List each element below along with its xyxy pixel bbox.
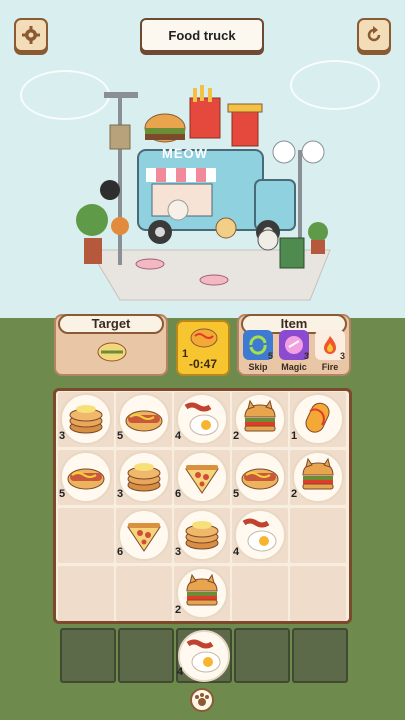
hotdog-icon bbox=[238, 455, 282, 504]
timer-panel: 1 -0:47 bbox=[176, 320, 230, 376]
hotdog-tile[interactable] bbox=[60, 451, 112, 503]
tile-count: 6 bbox=[117, 546, 124, 558]
tile-count: 3 bbox=[59, 430, 66, 442]
cat-burger-tile[interactable] bbox=[176, 567, 228, 619]
pizza-tile[interactable] bbox=[118, 509, 170, 561]
board-cell[interactable] bbox=[290, 566, 346, 621]
tray-slot[interactable] bbox=[60, 628, 116, 683]
board-cell[interactable] bbox=[232, 566, 288, 621]
restart-icon bbox=[367, 26, 381, 42]
board-cell[interactable] bbox=[58, 566, 114, 621]
bacon-egg-tile[interactable] bbox=[176, 393, 228, 445]
fire-count: 3 bbox=[340, 351, 346, 361]
pancakes-tile[interactable] bbox=[118, 451, 170, 503]
gear-icon bbox=[22, 26, 40, 44]
cat-burger-icon bbox=[180, 571, 224, 620]
pancakes-icon bbox=[122, 455, 166, 504]
board-cell[interactable] bbox=[116, 566, 172, 621]
board-cell[interactable] bbox=[58, 508, 114, 563]
bacon-egg-icon bbox=[238, 513, 282, 562]
corndog-tile[interactable] bbox=[292, 393, 344, 445]
tile-count: 2 bbox=[175, 604, 182, 616]
settings-button[interactable] bbox=[14, 18, 48, 52]
cat-burger-tile[interactable] bbox=[292, 451, 344, 503]
tile-count: 6 bbox=[175, 488, 182, 500]
tray-slot[interactable] bbox=[234, 628, 290, 683]
corndog-icon bbox=[190, 328, 218, 348]
target-food-icon bbox=[97, 342, 127, 362]
pancakes-tile[interactable] bbox=[60, 393, 112, 445]
level-title: Food truck bbox=[168, 27, 236, 43]
tray-slot[interactable] bbox=[292, 628, 348, 683]
pancakes-tile[interactable] bbox=[176, 509, 228, 561]
hotdog-icon bbox=[64, 455, 108, 504]
pancakes-icon bbox=[180, 513, 224, 562]
magic-label: Magic bbox=[281, 362, 307, 372]
cat-burger-icon bbox=[296, 455, 340, 504]
corndog-icon bbox=[296, 397, 340, 446]
fire-label: Fire bbox=[321, 362, 339, 372]
tray-count: 4 bbox=[177, 666, 184, 678]
restart-button[interactable] bbox=[357, 18, 391, 52]
tray-slot[interactable] bbox=[118, 628, 174, 683]
level-title-button[interactable]: Food truck bbox=[140, 18, 264, 52]
tile-count: 5 bbox=[59, 488, 66, 500]
cat-burger-icon bbox=[238, 397, 282, 446]
tile-count: 2 bbox=[291, 488, 298, 500]
hotdog-tile[interactable] bbox=[118, 393, 170, 445]
fire-icon bbox=[324, 336, 336, 354]
tile-count: 3 bbox=[117, 488, 124, 500]
timer-value: -0:47 bbox=[188, 357, 217, 371]
pizza-icon bbox=[180, 455, 224, 504]
tile-count: 5 bbox=[117, 430, 124, 442]
hotdog-tile[interactable] bbox=[234, 451, 286, 503]
tile-count: 1 bbox=[291, 430, 298, 442]
cat-burger-tile[interactable] bbox=[234, 393, 286, 445]
pancakes-icon bbox=[64, 397, 108, 446]
tile-count: 2 bbox=[233, 430, 240, 442]
tile-count: 5 bbox=[233, 488, 240, 500]
bacon-egg-tile[interactable] bbox=[178, 630, 230, 682]
bacon-egg-tile[interactable] bbox=[234, 509, 286, 561]
skip-icon bbox=[249, 335, 267, 355]
pizza-tile[interactable] bbox=[176, 451, 228, 503]
magic-icon bbox=[285, 336, 303, 354]
bacon-egg-icon bbox=[182, 634, 226, 683]
tile-count: 4 bbox=[175, 430, 182, 442]
tile-count: 4 bbox=[233, 546, 240, 558]
target-label: Target bbox=[58, 314, 164, 334]
hotdog-icon bbox=[122, 397, 166, 446]
tile-count: 3 bbox=[175, 546, 182, 558]
magic-count: 3 bbox=[304, 351, 310, 361]
skip-count: 5 bbox=[268, 351, 274, 361]
skip-label: Skip bbox=[248, 362, 268, 372]
board-cell[interactable] bbox=[290, 508, 346, 563]
pizza-icon bbox=[122, 513, 166, 562]
paw-icon bbox=[190, 688, 214, 712]
truck-sign: MEOW bbox=[162, 146, 208, 161]
bacon-egg-icon bbox=[180, 397, 224, 446]
